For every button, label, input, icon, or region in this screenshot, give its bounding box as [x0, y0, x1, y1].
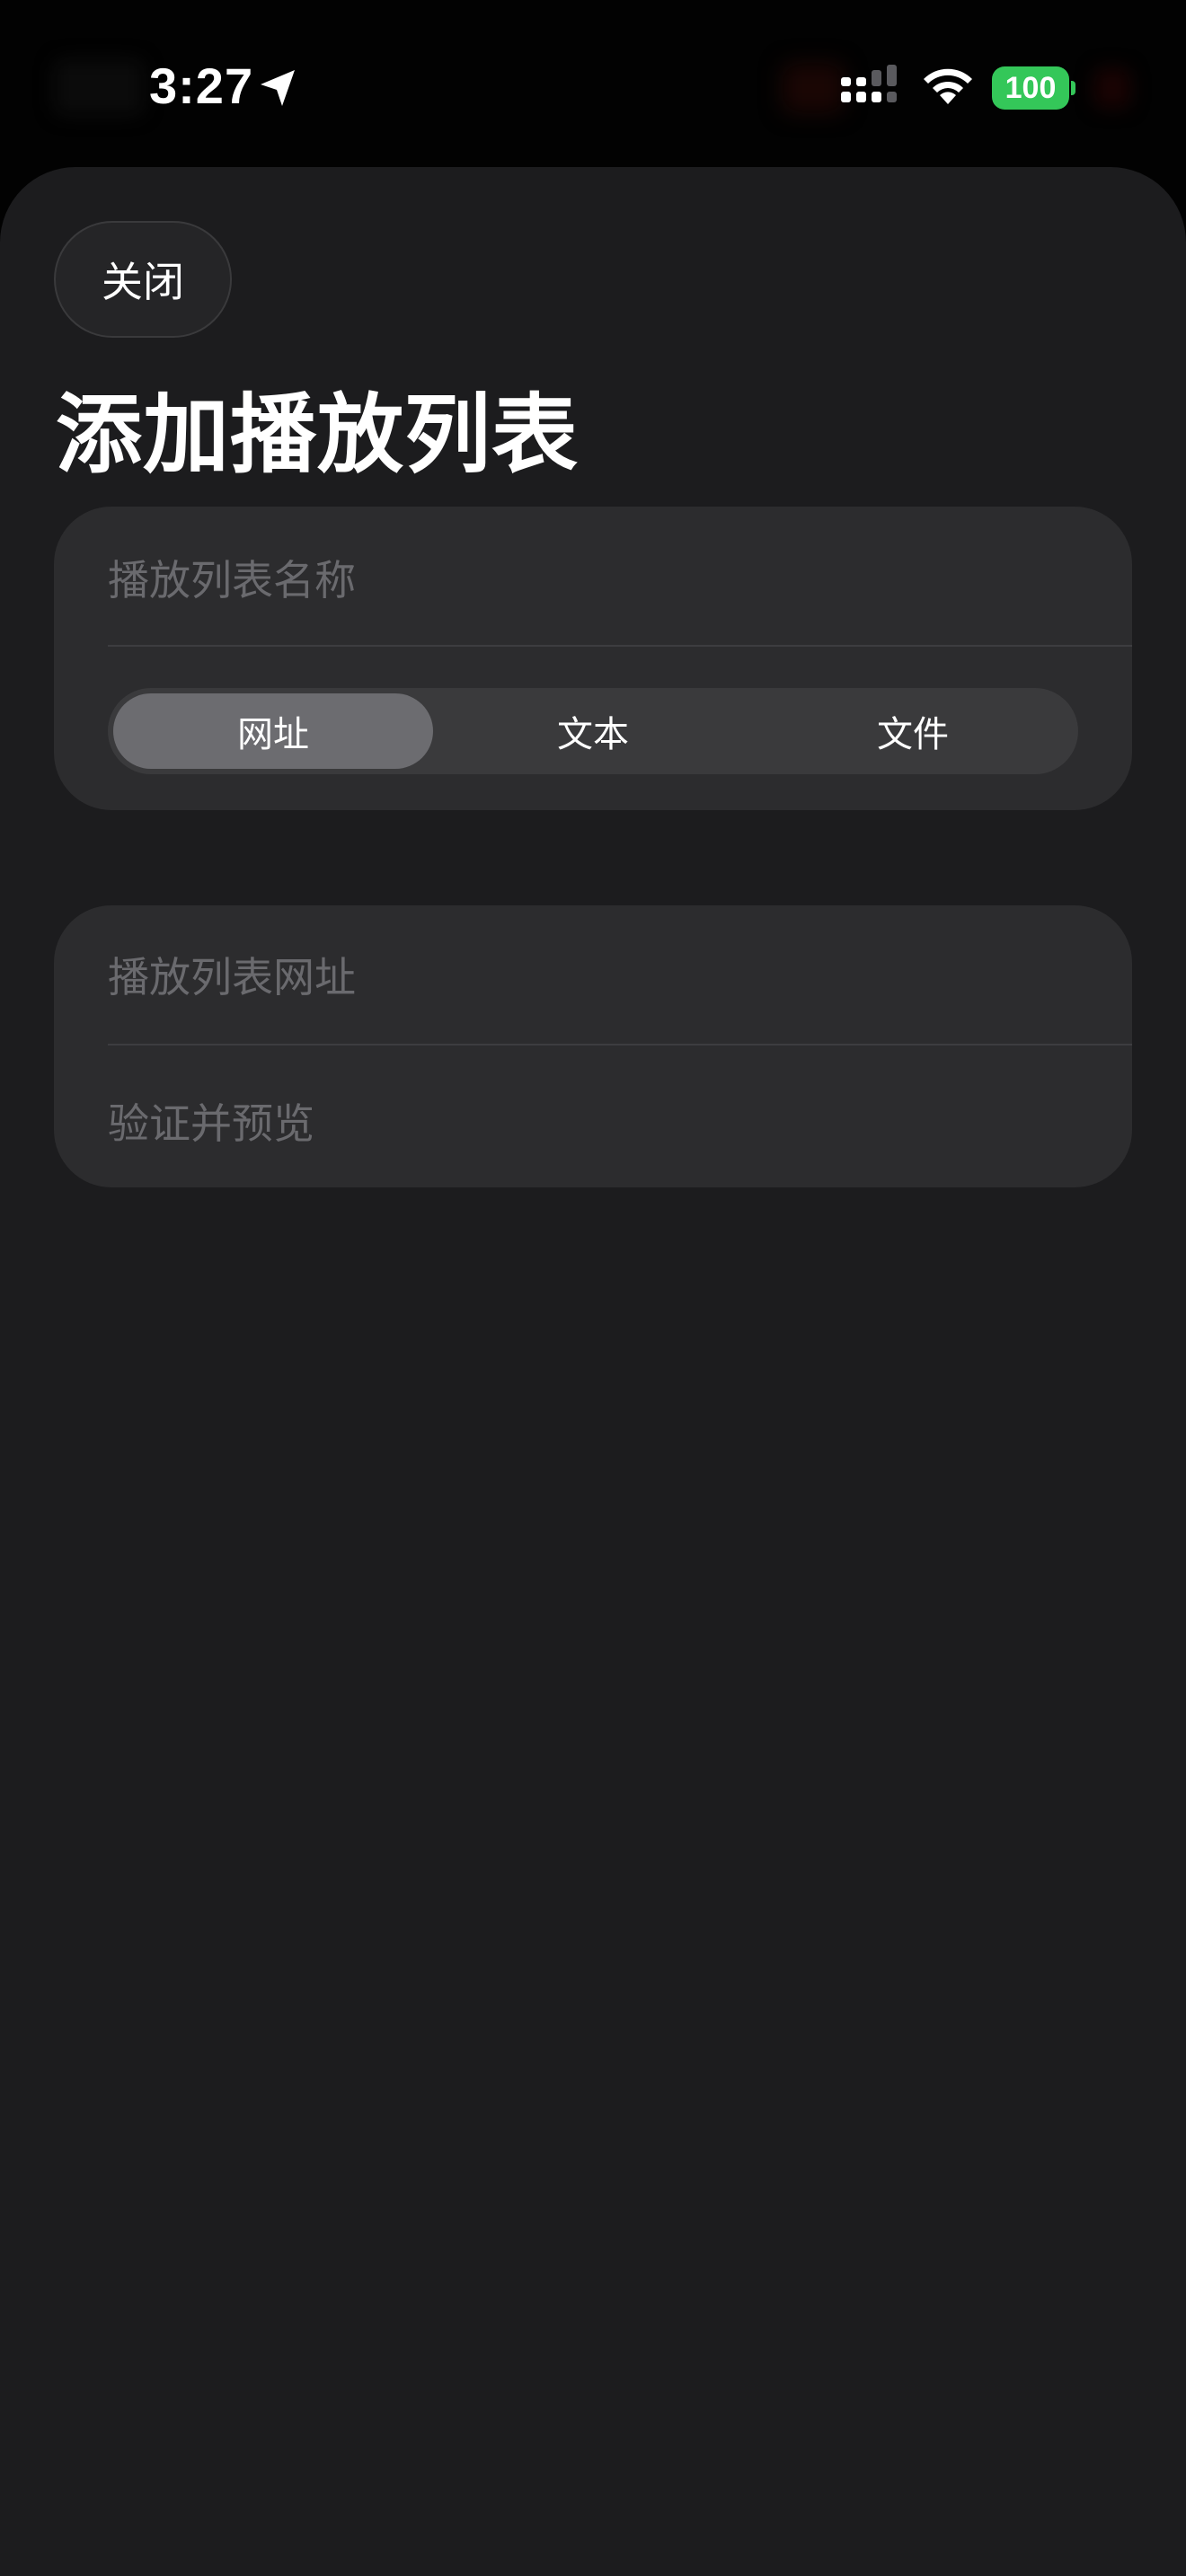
battery-cap [1071, 81, 1075, 95]
blurred-status-item [1094, 68, 1130, 108]
status-time: 3:27 [149, 57, 254, 114]
playlist-name-card: 网址 文本 文件 [54, 507, 1132, 810]
blurred-status-item [782, 63, 845, 113]
playlist-url-card: 验证并预览 [54, 905, 1132, 1187]
divider [108, 645, 1132, 647]
segment-file[interactable]: 文件 [753, 693, 1073, 769]
playlist-name-input[interactable] [108, 526, 1078, 634]
divider [108, 1044, 1132, 1045]
cellular-signal-icon [841, 65, 897, 102]
segment-url[interactable]: 网址 [113, 693, 433, 769]
close-button[interactable]: 关闭 [54, 221, 232, 338]
segment-text[interactable]: 文本 [433, 693, 753, 769]
playlist-url-input[interactable] [108, 923, 1078, 1031]
page-title: 添加播放列表 [56, 384, 579, 485]
source-type-segmented-control: 网址 文本 文件 [108, 688, 1078, 774]
wifi-icon [924, 68, 972, 104]
battery-level: 100 [992, 66, 1069, 110]
battery-icon: 100 [992, 66, 1075, 110]
location-arrow-icon [261, 70, 295, 106]
verify-preview-button[interactable]: 验证并预览 [108, 1076, 1078, 1166]
blurred-status-item [54, 59, 144, 115]
status-bar: 3:27 100 [0, 0, 1186, 167]
